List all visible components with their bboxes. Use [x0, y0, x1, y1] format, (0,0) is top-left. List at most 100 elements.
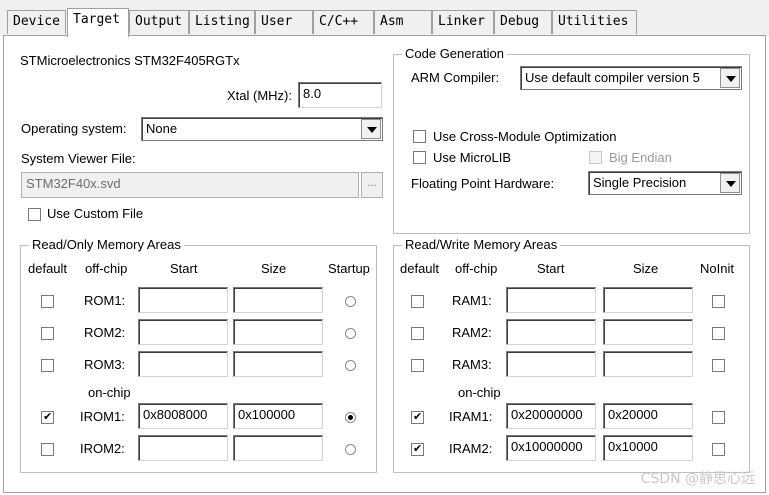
rw-size-input[interactable] — [603, 319, 693, 345]
ro-size-input[interactable] — [233, 287, 323, 313]
chevron-down-icon[interactable] — [720, 173, 740, 193]
viewer-file-input: STM32F40x.svd — [21, 172, 359, 198]
rw-area-name: RAM1: — [452, 293, 492, 308]
compiler-select[interactable]: Use default compiler version 5 — [520, 66, 742, 90]
ro-area-name: ROM3: — [84, 357, 126, 372]
tab-asm[interactable]: Asm — [374, 10, 432, 34]
ro-header-start: Start — [170, 261, 198, 276]
ro-startup-radio[interactable] — [345, 328, 356, 339]
ro-area-name: ROM2: — [84, 325, 126, 340]
fph-label: Floating Point Hardware: — [411, 176, 555, 191]
rw-size-input[interactable] — [603, 287, 693, 313]
rw-area-name: RAM2: — [452, 325, 492, 340]
chevron-down-icon[interactable] — [720, 68, 740, 88]
big-endian-label: Big Endian — [609, 150, 672, 165]
ro-area-name: ROM1: — [84, 293, 126, 308]
tab-cpp[interactable]: C/C++ — [313, 10, 374, 34]
rw-header-size: Size — [633, 261, 659, 276]
rw-onchip-label: on-chip — [458, 385, 501, 400]
rw-start-input[interactable]: 0x20000000 — [506, 403, 596, 429]
device-name: STMicroelectronics STM32F405RGTx — [20, 53, 240, 68]
code-generation-title: Code Generation — [402, 46, 508, 62]
ro-default-checkbox[interactable] — [41, 359, 54, 372]
ro-default-checkbox[interactable] — [41, 443, 54, 456]
ro-startup-radio[interactable] — [345, 360, 356, 371]
tab-output[interactable]: Output — [129, 10, 189, 34]
ro-size-input[interactable]: 0x100000 — [233, 403, 323, 429]
rw-noinit-checkbox[interactable] — [712, 443, 725, 456]
tab-debug[interactable]: Debug — [494, 10, 552, 34]
ro-size-input[interactable] — [233, 435, 323, 461]
tab-linker[interactable]: Linker — [432, 10, 494, 34]
ro-header-default: default — [28, 261, 68, 276]
compiler-label: ARM Compiler: — [411, 70, 500, 85]
rw-header-offchip: off-chip — [455, 261, 498, 276]
cross-module-checkbox[interactable] — [413, 130, 426, 143]
rw-noinit-checkbox[interactable] — [712, 411, 725, 424]
ro-start-input[interactable] — [138, 351, 228, 377]
ro-start-input[interactable] — [138, 319, 228, 345]
rw-size-input[interactable] — [603, 351, 693, 377]
rw-start-input[interactable] — [506, 351, 596, 377]
custom-file-label: Use Custom File — [47, 206, 144, 221]
chevron-down-icon[interactable] — [361, 119, 381, 139]
ro-startup-radio[interactable] — [345, 444, 356, 455]
tab-user[interactable]: User — [255, 10, 313, 34]
rw-noinit-checkbox[interactable] — [712, 327, 725, 340]
rw-noinit-checkbox[interactable] — [712, 359, 725, 372]
compiler-select-value: Use default compiler version 5 — [525, 70, 700, 85]
xtal-input[interactable]: 8.0 — [298, 82, 382, 108]
tab-device[interactable]: Device — [7, 10, 66, 34]
ro-area-name: IROM1: — [80, 409, 125, 424]
ro-default-checkbox[interactable] — [41, 295, 54, 308]
ro-size-input[interactable] — [233, 319, 323, 345]
rw-default-checkbox[interactable] — [411, 327, 424, 340]
ro-default-checkbox[interactable] — [41, 410, 54, 424]
os-select[interactable]: None — [141, 117, 383, 141]
rw-start-input[interactable] — [506, 287, 596, 313]
microlib-label: Use MicroLIB — [433, 150, 512, 165]
rw-area-name: RAM3: — [452, 357, 492, 372]
ro-header-offchip: off-chip — [85, 261, 128, 276]
ro-start-input[interactable] — [138, 435, 228, 461]
rw-header-default: default — [400, 261, 440, 276]
rw-default-checkbox[interactable] — [411, 359, 424, 372]
ro-default-checkbox[interactable] — [41, 327, 54, 340]
ro-header-startup: Startup — [328, 261, 370, 276]
watermark: CSDN @静思心远 — [640, 471, 755, 487]
xtal-label: Xtal (MHz): — [227, 88, 292, 103]
ro-area-name: IROM2: — [80, 441, 125, 456]
rw-start-input[interactable]: 0x10000000 — [506, 435, 596, 461]
ro-start-input[interactable]: 0x8008000 — [138, 403, 228, 429]
ro-startup-radio[interactable] — [345, 412, 356, 423]
ro-startup-radio[interactable] — [345, 296, 356, 307]
tab-target[interactable]: Target — [67, 8, 129, 37]
rw-area-name: IRAM2: — [449, 441, 493, 456]
rw-noinit-checkbox[interactable] — [712, 295, 725, 308]
microlib-checkbox[interactable] — [413, 151, 426, 164]
tab-bar: Device Target Output Listing User C/C++ … — [0, 0, 769, 37]
rw-default-checkbox[interactable] — [411, 410, 424, 424]
rw-size-input[interactable]: 0x10000 — [603, 435, 693, 461]
tab-listing[interactable]: Listing — [189, 10, 255, 34]
rw-area-name: IRAM1: — [449, 409, 493, 424]
fph-select-value: Single Precision — [593, 175, 687, 190]
ro-onchip-label: on-chip — [88, 385, 131, 400]
ro-start-input[interactable] — [138, 287, 228, 313]
ro-size-input[interactable] — [233, 351, 323, 377]
rw-header-noinit: NoInit — [700, 261, 734, 276]
cross-module-label: Use Cross-Module Optimization — [433, 129, 617, 144]
custom-file-checkbox[interactable] — [28, 208, 41, 221]
os-select-value: None — [146, 121, 178, 136]
ro-title: Read/Only Memory Areas — [29, 237, 184, 253]
ro-header-size: Size — [261, 261, 287, 276]
rw-start-input[interactable] — [506, 319, 596, 345]
rw-default-checkbox[interactable] — [411, 442, 424, 456]
rw-default-checkbox[interactable] — [411, 295, 424, 308]
rw-header-start: Start — [537, 261, 565, 276]
fph-select[interactable]: Single Precision — [588, 171, 742, 195]
viewer-label: System Viewer File: — [21, 151, 136, 166]
browse-button[interactable]: ... — [361, 172, 383, 198]
tab-utilities[interactable]: Utilities — [552, 10, 637, 34]
rw-size-input[interactable]: 0x20000 — [603, 403, 693, 429]
